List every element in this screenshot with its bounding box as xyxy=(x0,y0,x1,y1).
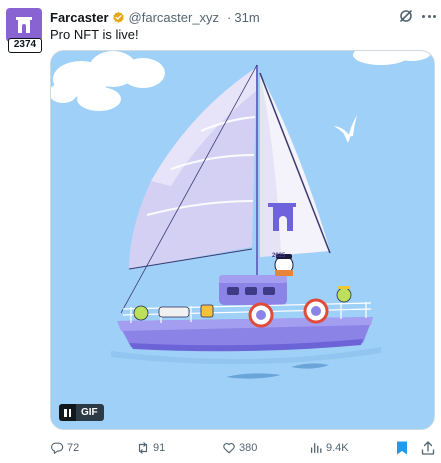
post-text: Pro NFT is live! xyxy=(50,27,139,42)
reply-icon xyxy=(51,442,64,454)
grok-icon[interactable] xyxy=(399,9,413,23)
views-icon xyxy=(310,442,322,454)
reply-count: 72 xyxy=(67,442,80,454)
like-icon xyxy=(223,443,235,454)
like-count: 380 xyxy=(239,442,258,454)
views-count: 9.4K xyxy=(326,442,349,454)
avatar[interactable]: 2374 xyxy=(6,8,42,53)
life-ring-right xyxy=(303,298,329,324)
post-media-gif[interactable]: 2025 GIF xyxy=(50,50,435,430)
post-header: Farcaster @farcaster_xyz · 31m xyxy=(50,9,260,25)
like-button[interactable]: 380 xyxy=(222,440,257,456)
repost-button[interactable]: 91 xyxy=(136,440,165,456)
avatar-badge: 2374 xyxy=(8,38,42,53)
action-bar: 72 91 380 9.4K xyxy=(50,440,435,456)
separator-dot: · xyxy=(227,9,232,25)
repost-count: 91 xyxy=(153,442,166,454)
repost-icon xyxy=(138,442,148,454)
author-handle[interactable]: @farcaster_xyz xyxy=(129,10,220,25)
reply-button[interactable]: 72 xyxy=(50,440,79,456)
life-ring-left xyxy=(248,302,274,328)
pause-icon[interactable] xyxy=(59,404,76,421)
sailboat-illustration: 2025 xyxy=(51,51,434,429)
verified-icon xyxy=(112,11,125,24)
views-button[interactable]: 9.4K xyxy=(309,440,349,456)
share-icon[interactable] xyxy=(421,440,435,456)
more-icon[interactable] xyxy=(422,9,436,23)
post-time[interactable]: 31m xyxy=(234,10,259,25)
gif-badge[interactable]: GIF xyxy=(59,404,104,421)
svg-text:2025: 2025 xyxy=(272,253,286,259)
bookmark-icon[interactable] xyxy=(395,440,409,456)
farcaster-logo-icon xyxy=(6,8,42,42)
gif-label: GIF xyxy=(81,407,98,418)
post[interactable]: 2374 Farcaster @farcaster_xyz · 31m Pro … xyxy=(0,0,441,463)
author-name[interactable]: Farcaster xyxy=(50,10,109,25)
